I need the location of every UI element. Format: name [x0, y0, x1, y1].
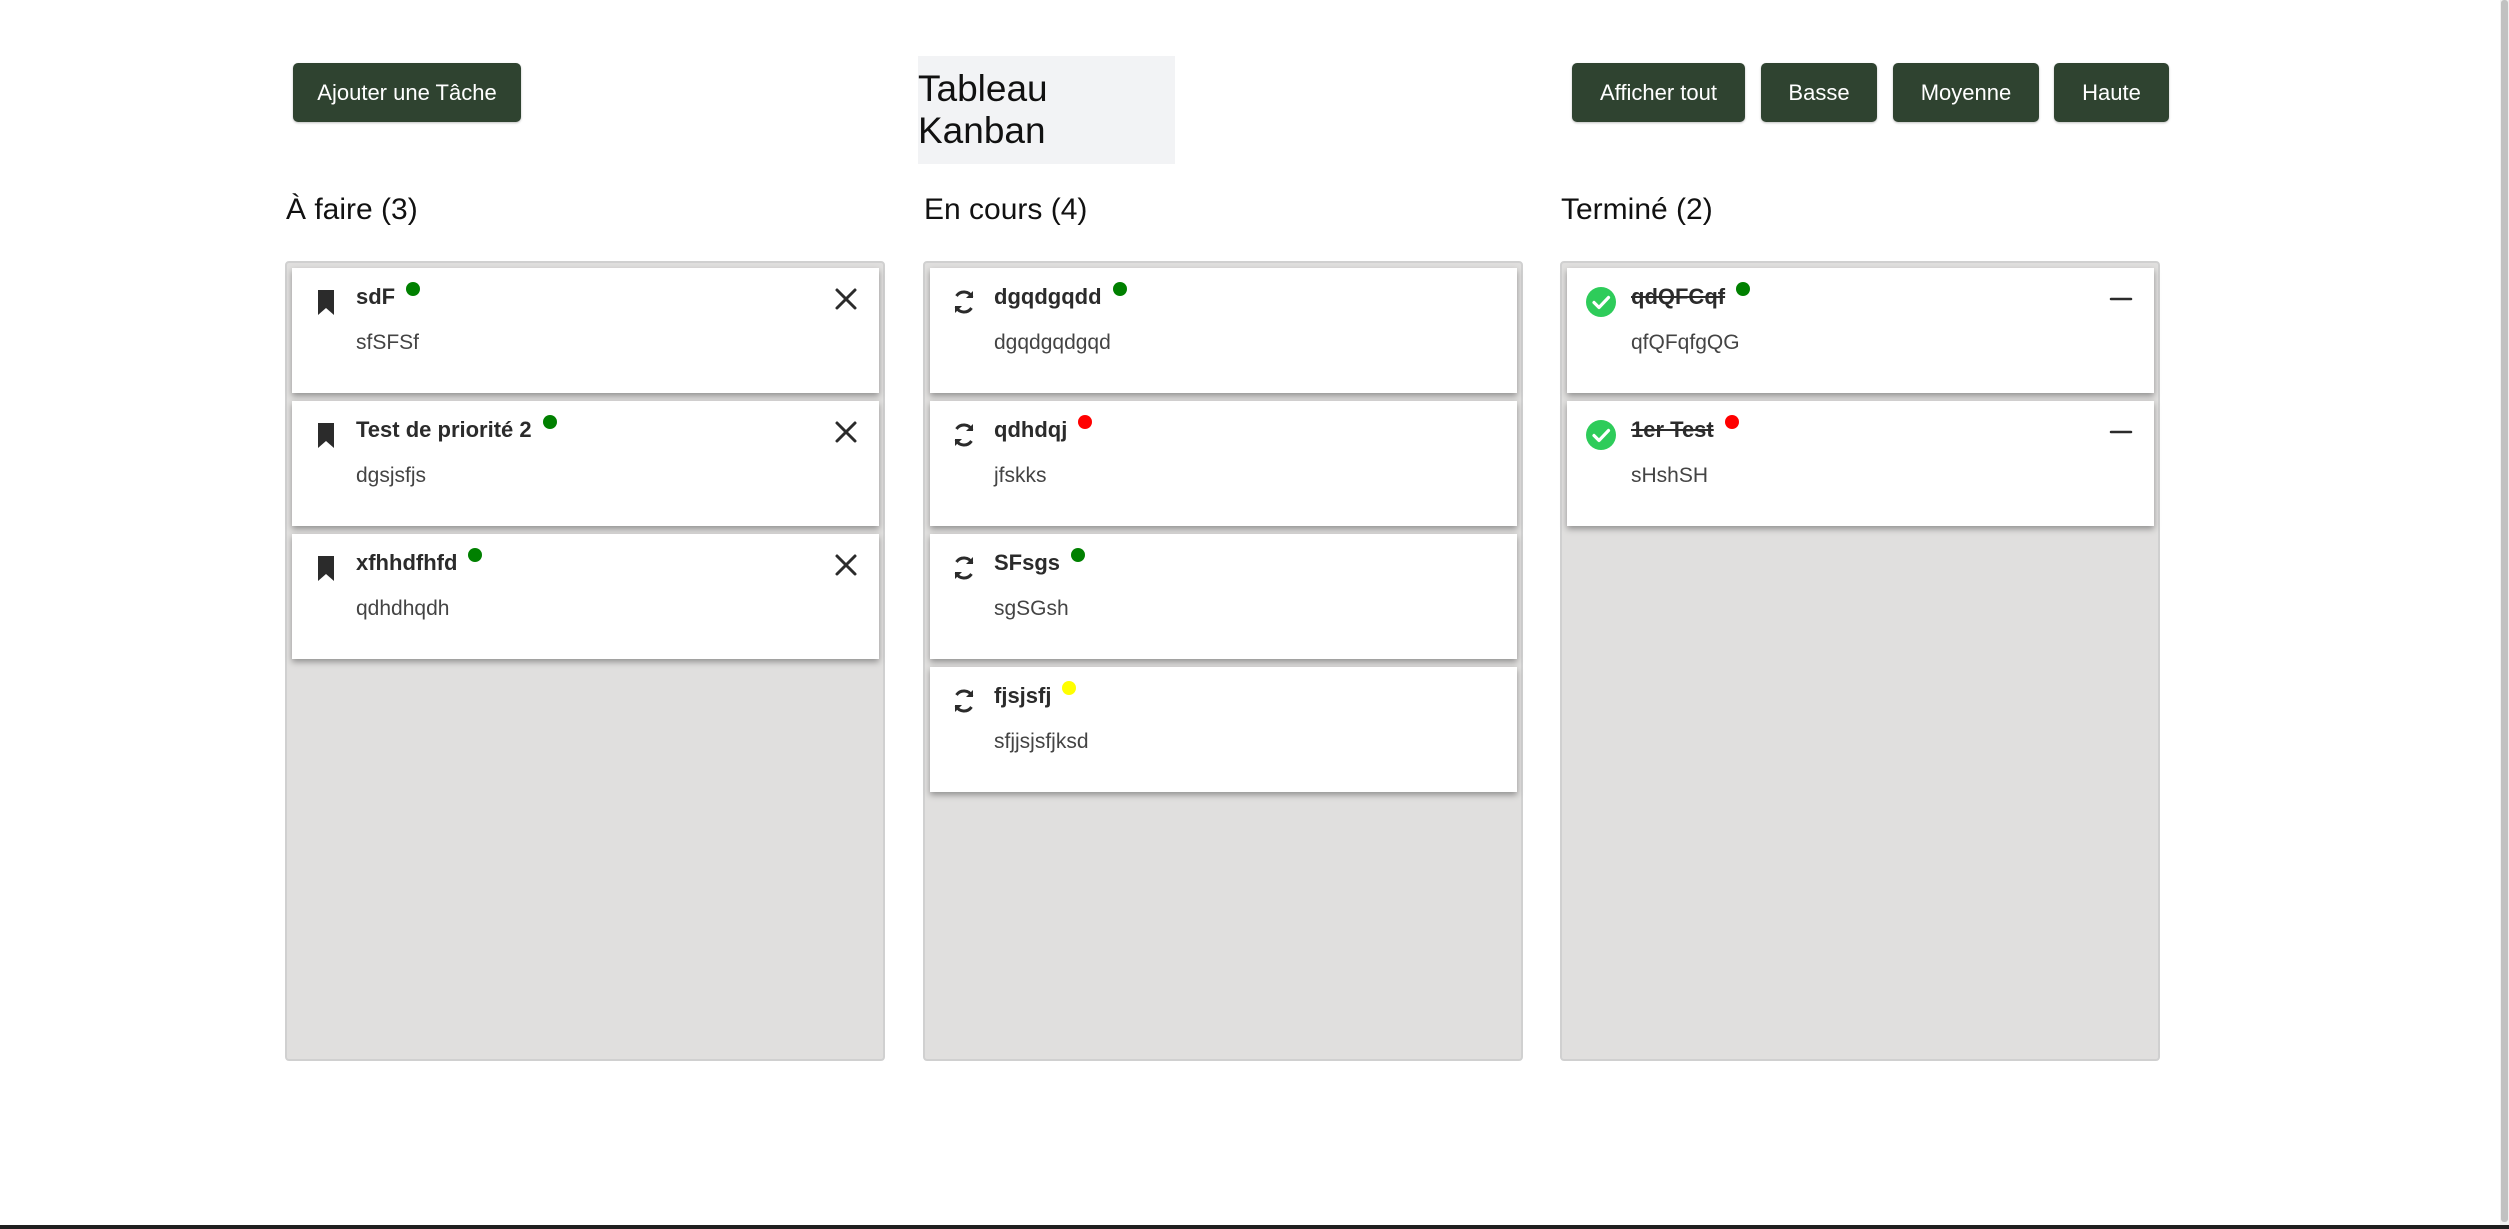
task-title: xfhhdfhfd	[356, 548, 483, 576]
task-card[interactable]: qdQFCqf qfQFqfgQG	[1567, 268, 2154, 393]
task-description: sfjjsjsfjksd	[994, 730, 1089, 753]
filter-medium-button[interactable]: Moyenne	[1893, 63, 2039, 122]
task-card[interactable]: qdhdqj jfskks	[930, 401, 1517, 526]
bookmark-icon	[318, 290, 334, 315]
column-heading-done: Terminé (2)	[1561, 193, 1713, 226]
scrollbar-thumb[interactable]	[2501, 0, 2508, 1222]
task-card[interactable]: xfhhdfhfd qdhdhqdh	[292, 534, 879, 659]
column-heading-todo: À faire (3)	[286, 193, 418, 226]
column-todo: sdF sfSFSf Test de priorité 2 dgsjsfjs x…	[285, 261, 885, 1061]
bookmark-icon	[318, 556, 334, 581]
priority-dot	[542, 415, 557, 429]
task-title: Test de priorité 2	[356, 415, 557, 443]
close-icon[interactable]	[831, 284, 861, 314]
bookmark-icon	[318, 423, 334, 448]
refresh-icon	[954, 689, 974, 713]
task-card[interactable]: Test de priorité 2 dgsjsfjs	[292, 401, 879, 526]
task-card[interactable]: sdF sfSFSf	[292, 268, 879, 393]
board-title: Tableau Kanban	[918, 56, 1175, 164]
check-circle-icon	[1586, 420, 1616, 450]
task-title: 1er Test	[1631, 415, 1739, 443]
task-description: jfskks	[994, 464, 1047, 487]
bottom-edge	[0, 1225, 2509, 1229]
priority-dot	[1736, 282, 1751, 296]
priority-dot	[1724, 415, 1739, 429]
add-task-button[interactable]: Ajouter une Tâche	[293, 63, 521, 122]
kanban-page: Ajouter une Tâche Tableau Kanban Affiche…	[0, 0, 2509, 1229]
task-title: dgqdgqdd	[994, 282, 1127, 310]
minus-icon[interactable]	[2106, 284, 2136, 314]
task-title: SFsgs	[994, 548, 1086, 576]
priority-dot	[1062, 681, 1077, 695]
refresh-icon	[954, 556, 974, 580]
task-description: qfQFqfgQG	[1631, 331, 1740, 354]
column-in-progress: dgqdgqdd dgqdgqdgqd qdhdqj jfskks SFsgs …	[923, 261, 1523, 1061]
priority-dot	[1078, 415, 1093, 429]
priority-dot	[1071, 548, 1086, 562]
close-icon[interactable]	[831, 550, 861, 580]
task-description: qdhdhqdh	[356, 597, 450, 620]
check-circle-icon	[1586, 287, 1616, 317]
priority-dot	[406, 282, 421, 296]
close-icon[interactable]	[831, 417, 861, 447]
task-card[interactable]: 1er Test sHshSH	[1567, 401, 2154, 526]
task-card[interactable]: dgqdgqdd dgqdgqdgqd	[930, 268, 1517, 393]
task-description: dgqdgqdgqd	[994, 331, 1111, 354]
page-scrollbar[interactable]	[2500, 0, 2509, 1225]
task-description: sgSGsh	[994, 597, 1069, 620]
column-heading-in-progress: En cours (4)	[924, 193, 1088, 226]
task-card[interactable]: SFsgs sgSGsh	[930, 534, 1517, 659]
filter-low-button[interactable]: Basse	[1761, 63, 1877, 122]
refresh-icon	[954, 423, 974, 447]
minus-icon[interactable]	[2106, 417, 2136, 447]
filter-high-button[interactable]: Haute	[2054, 63, 2169, 122]
task-description: sfSFSf	[356, 331, 420, 354]
filter-all-button[interactable]: Afficher tout	[1572, 63, 1745, 122]
task-title: sdF	[356, 282, 421, 310]
column-done: qdQFCqf qfQFqfgQG 1er Test sHshSH	[1560, 261, 2160, 1061]
task-description: dgsjsfjs	[356, 464, 427, 487]
priority-dot	[468, 548, 483, 562]
priority-dot	[1112, 282, 1127, 296]
task-card[interactable]: fjsjsfj sfjjsjsfjksd	[930, 667, 1517, 792]
refresh-icon	[954, 290, 974, 314]
task-title: qdQFCqf	[1631, 282, 1751, 310]
task-description: sHshSH	[1631, 464, 1709, 487]
task-title: fjsjsfj	[994, 681, 1077, 709]
task-title: qdhdqj	[994, 415, 1093, 443]
